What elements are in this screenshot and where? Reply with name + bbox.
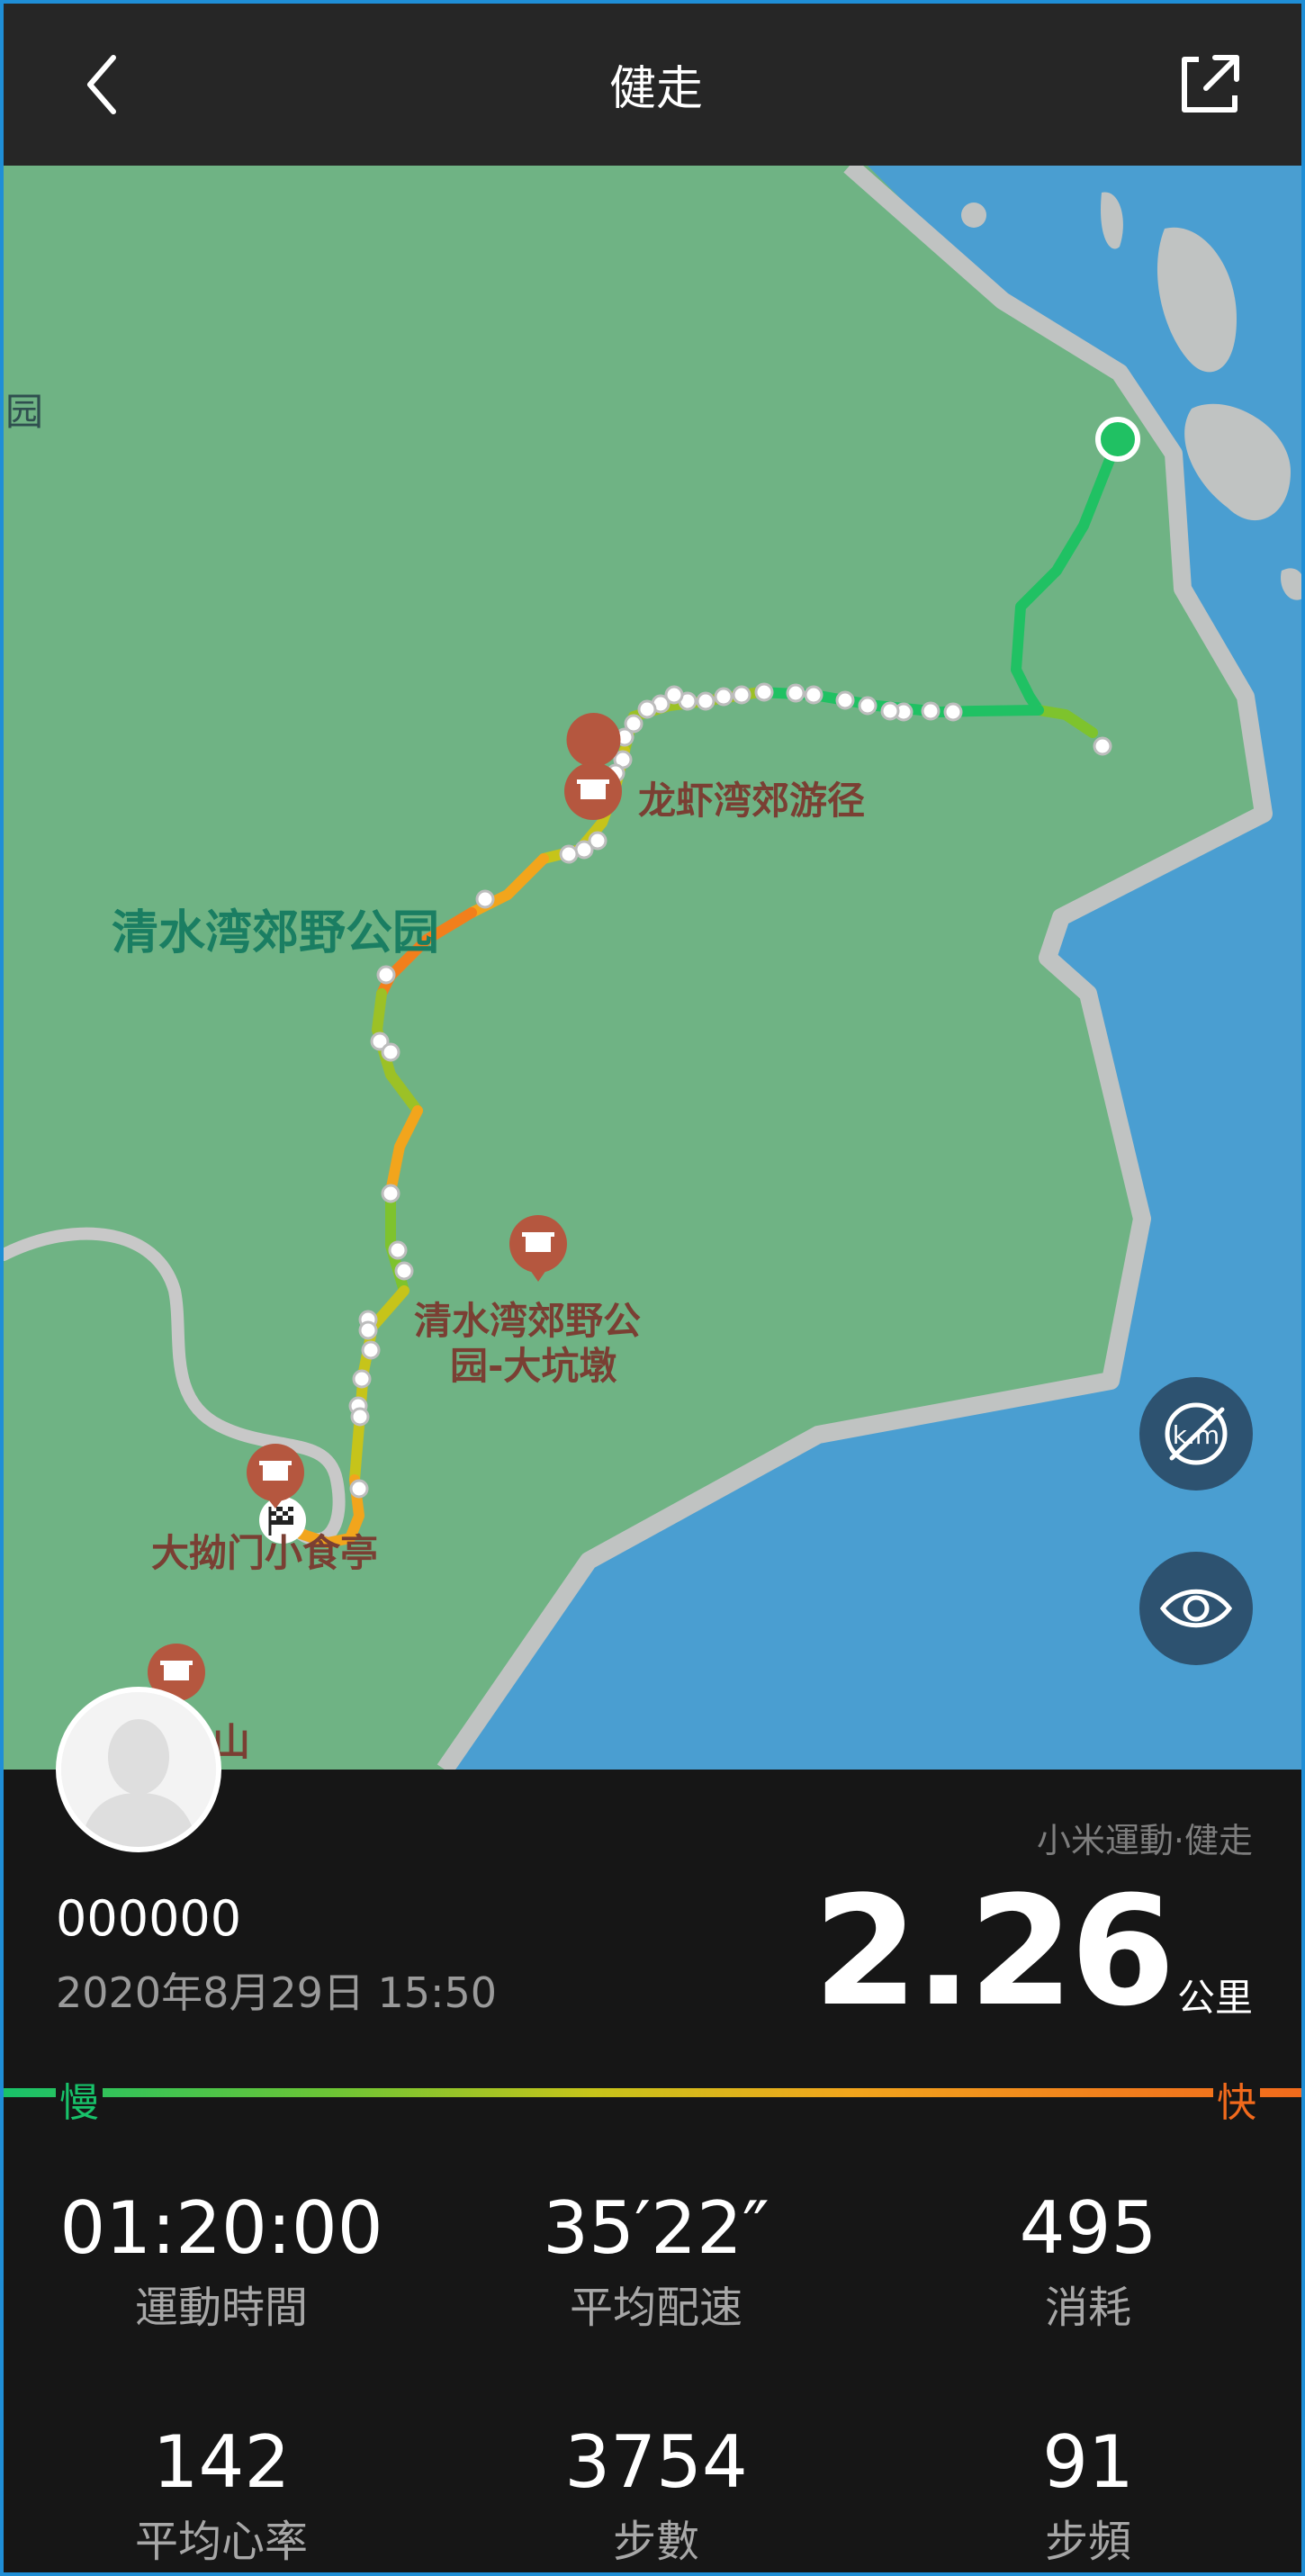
route-track bbox=[295, 434, 1123, 1548]
stat-avg-pace: 35′22″ 平均配速 bbox=[476, 2193, 836, 2335]
top-bar: 健走 bbox=[4, 4, 1301, 166]
stat-value: 01:20:00 bbox=[59, 2186, 383, 2270]
stat-label: 平均配速 bbox=[569, 2283, 742, 2333]
park-label[interactable]: 清水湾郊野公园 bbox=[112, 895, 439, 962]
stat-value: 495 bbox=[1019, 2186, 1157, 2270]
eye-icon bbox=[1159, 1589, 1233, 1628]
share-button[interactable] bbox=[1165, 40, 1255, 130]
stat-value: 91 bbox=[1042, 2420, 1134, 2504]
page-title: 健走 bbox=[608, 62, 703, 116]
map-edge-label: 园 bbox=[5, 390, 44, 434]
avatar-icon bbox=[61, 1692, 216, 1847]
username: 000000 bbox=[56, 1890, 242, 1947]
workout-summary-panel: 小米運動·健走 000000 2020年8月29日 15:50 2.26 公里 … bbox=[4, 1687, 1301, 2572]
stat-label: 平均心率 bbox=[134, 2517, 308, 2567]
stat-value: 3754 bbox=[564, 2420, 748, 2504]
stat-label: 步頻 bbox=[1044, 2517, 1131, 2567]
stat-label: 運動時間 bbox=[134, 2283, 308, 2333]
stat-duration: 01:20:00 運動時間 bbox=[41, 2193, 401, 2335]
distance-value: 2.26 bbox=[813, 1863, 1175, 2040]
poi-label-kiosk[interactable]: 大拗门小食亭 bbox=[151, 1523, 378, 1578]
poi-marker-icon bbox=[247, 1444, 304, 1509]
pace-scale-slow-label: 慢 bbox=[56, 2070, 103, 2128]
stat-value: 35′22″ bbox=[543, 2186, 770, 2270]
stat-calories: 495 消耗 bbox=[908, 2193, 1268, 2335]
stat-label: 步數 bbox=[612, 2517, 699, 2567]
stat-cadence: 91 步頻 bbox=[908, 2427, 1268, 2569]
poi-label-trail[interactable]: 龙虾湾郊游径 bbox=[638, 770, 865, 825]
start-point-icon bbox=[1095, 417, 1140, 462]
distance-unit: 公里 bbox=[1176, 1976, 1253, 2020]
route-map[interactable]: 龙虾湾郊游径 清水湾郊野公园 清水湾郊野公 园-大坑墩 大拗门小食亭 园 山 k… bbox=[4, 166, 1301, 1770]
stat-steps: 3754 步數 bbox=[476, 2427, 836, 2569]
workout-date: 2020年8月29日 15:50 bbox=[56, 1968, 498, 2017]
avatar[interactable] bbox=[56, 1687, 221, 1852]
share-icon bbox=[1182, 55, 1239, 113]
poi-marker-icon bbox=[509, 1215, 567, 1282]
poi-label-park-line2[interactable]: 园-大坑墩 bbox=[450, 1336, 616, 1391]
app-label: 小米運動·健走 bbox=[1036, 1821, 1253, 1860]
toggle-visibility-button[interactable] bbox=[1139, 1552, 1253, 1665]
pace-scale-bar bbox=[4, 2088, 1301, 2097]
app-frame: 健走 龙虾湾郊游径 清水湾郊野公园 清水湾郊野公 园-大坑墩 大拗门小食亭 园 … bbox=[0, 0, 1305, 2576]
islet bbox=[961, 203, 986, 228]
km-hide-icon: k.m bbox=[1165, 1402, 1228, 1465]
toggle-km-markers-button[interactable]: k.m bbox=[1139, 1377, 1253, 1491]
pace-scale-fast-label: 快 bbox=[1213, 2070, 1260, 2128]
stat-value: 142 bbox=[152, 2420, 291, 2504]
sea-water bbox=[445, 166, 1301, 1770]
stat-avg-heart-rate: 142 平均心率 bbox=[41, 2427, 401, 2569]
stat-label: 消耗 bbox=[1044, 2283, 1131, 2333]
